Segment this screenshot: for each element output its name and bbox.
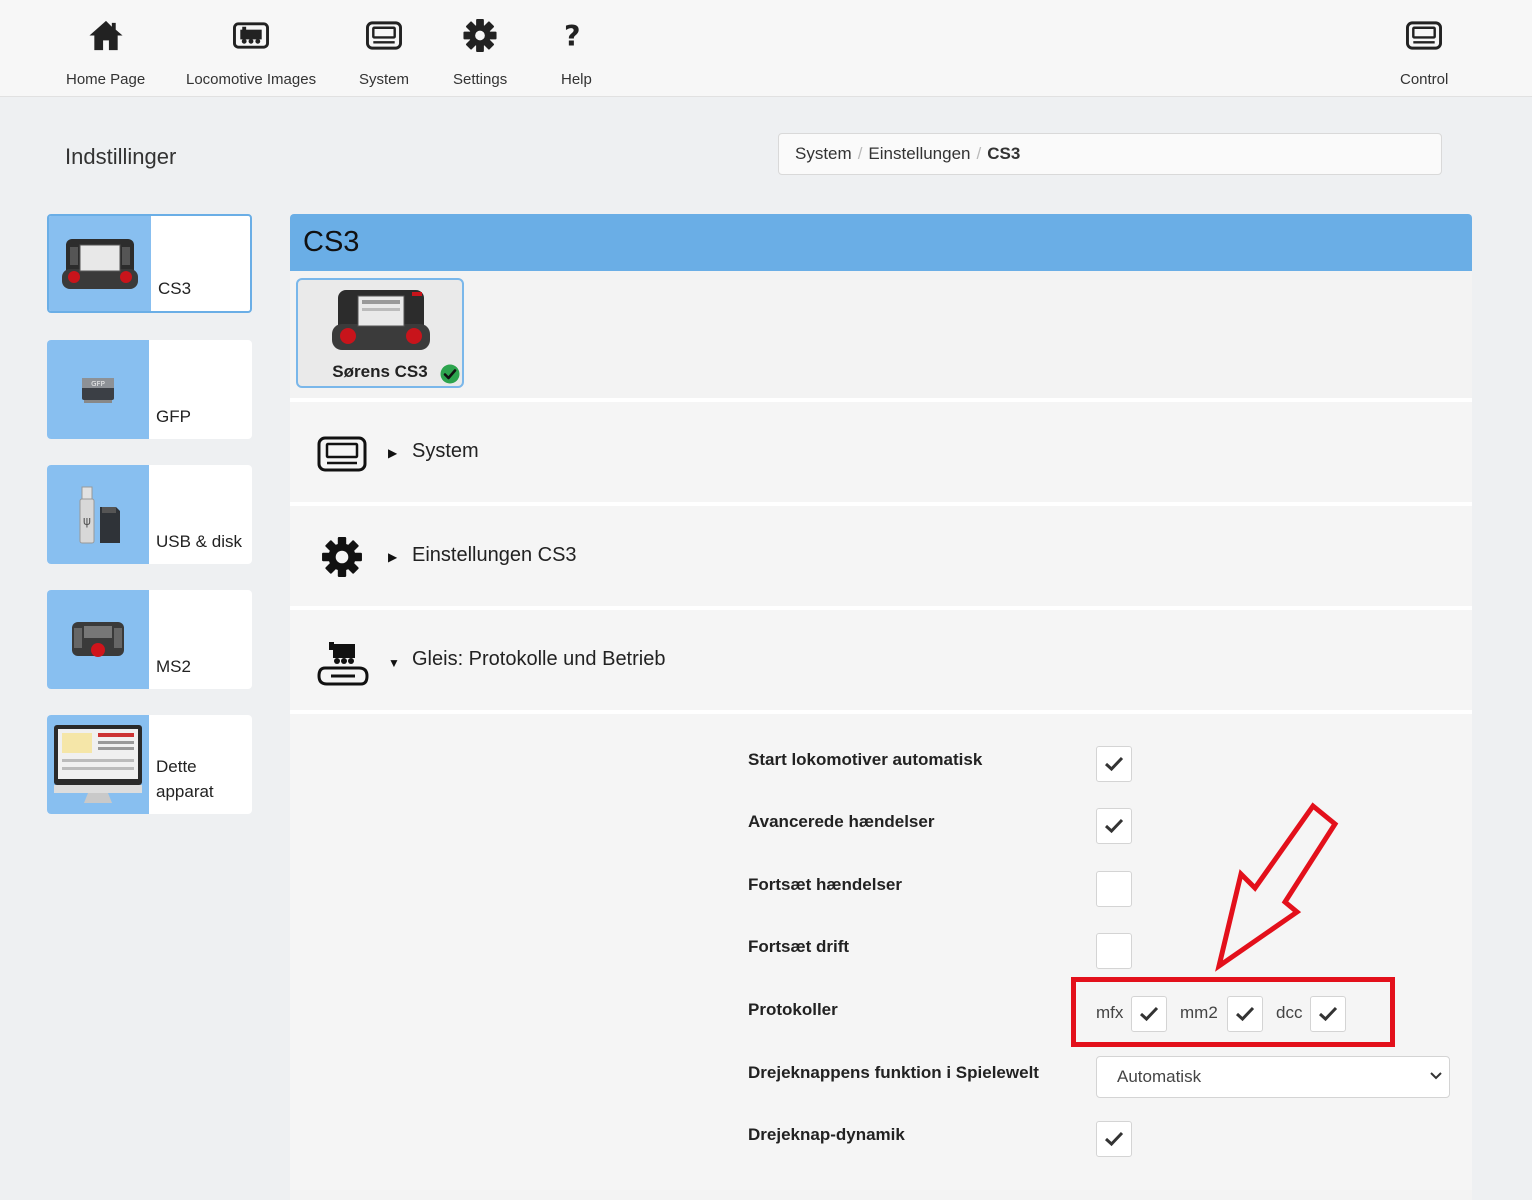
sidebar-item-label: CS3 (158, 279, 192, 298)
knob-function-label: Drejeknappens funktion i Spielewelt (748, 1063, 1039, 1082)
protocol-mm2-label: mm2 (1180, 1003, 1218, 1022)
caret-down-icon: ▼ (388, 656, 400, 670)
protocol-mfx-label: mfx (1096, 1003, 1124, 1022)
nav-help-label: Help (561, 71, 592, 88)
track-locomotive-icon (317, 642, 369, 686)
nav-system[interactable]: System (359, 18, 409, 88)
section-system[interactable]: ▶ System (290, 398, 1472, 502)
question-icon: ? (564, 20, 581, 53)
chevron-down-icon (1430, 1072, 1442, 1080)
sidebar-item-usb-disk[interactable]: ψ USB & disk (47, 465, 252, 564)
check-icon (1104, 818, 1124, 834)
gleis-settings: Start lokomotiver automatisk Avancerede … (290, 710, 1472, 1190)
nav-help[interactable]: ? Help (561, 18, 592, 88)
system-icon (317, 436, 367, 472)
nav-home-page[interactable]: Home Page (66, 18, 145, 88)
protocol-dcc-checkbox[interactable] (1310, 996, 1346, 1032)
check-icon (1104, 756, 1124, 772)
svg-text:GFP: GFP (91, 380, 105, 388)
device-card[interactable]: Sørens CS3 (296, 278, 464, 388)
sidebar-item-gfp[interactable]: GFP GFP (47, 340, 252, 439)
gfp-chip-icon: GFP (47, 340, 149, 439)
ms2-controller-icon (47, 590, 149, 689)
continue-operation-checkbox[interactable] (1096, 933, 1132, 969)
gear-icon (322, 537, 362, 577)
breadcrumb-separator: / (976, 144, 982, 163)
check-icon (1235, 1006, 1255, 1022)
knob-function-value: Automatisk (1117, 1067, 1202, 1086)
continue-operation-label: Fortsæt drift (748, 937, 850, 956)
top-navigation: Home Page Locomotive Images System Setti… (0, 0, 1532, 97)
section-gleis-protokolle[interactable]: ▼ Gleis: Protokolle und Betrieb (290, 606, 1472, 714)
nav-control-label: Control (1400, 71, 1449, 88)
control-icon (1406, 21, 1443, 50)
protocol-mm2-checkbox[interactable] (1227, 996, 1263, 1032)
sidebar-item-label: Dette apparat (156, 757, 214, 801)
start-auto-checkbox[interactable] (1096, 746, 1132, 782)
sidebar-item-cs3[interactable]: CS3 (47, 214, 252, 313)
knob-dynamic-label: Drejeknap-dynamik (748, 1125, 905, 1144)
start-auto-label: Start lokomotiver automatisk (748, 750, 983, 769)
sidebar-item-label: USB & disk (156, 532, 242, 551)
svg-text:?: ? (564, 20, 581, 53)
knob-dynamic-checkbox[interactable] (1096, 1121, 1132, 1157)
sidebar-item-label: GFP (156, 407, 191, 426)
sidebar-item-label: MS2 (156, 657, 191, 676)
sidebar-item-dette-apparat[interactable]: Dette apparat (47, 715, 252, 814)
settings-panel: CS3 Sørens CS3 ▶ System ▶ Einstellungen … (290, 214, 1472, 1200)
connected-check-icon (440, 364, 460, 384)
cs3-device-image (332, 290, 430, 350)
panel-title: CS3 (290, 214, 1472, 271)
continue-events-checkbox[interactable] (1096, 871, 1132, 907)
caret-right-icon: ▶ (388, 446, 398, 460)
gear-icon (463, 18, 497, 53)
nav-locomotive-images[interactable]: Locomotive Images (186, 18, 316, 88)
check-icon (1318, 1006, 1338, 1022)
cs3-device-icon (49, 216, 151, 311)
sidebar-item-ms2[interactable]: MS2 (47, 590, 252, 689)
protocols-label: Protokoller (748, 1000, 838, 1019)
home-icon (89, 20, 123, 51)
check-icon (1104, 1131, 1124, 1147)
device-name: Sørens CS3 (332, 362, 428, 381)
locomotive-icon (233, 22, 270, 49)
nav-home-page-label: Home Page (66, 71, 146, 88)
breadcrumb-separator: / (857, 144, 863, 163)
nav-system-label: System (359, 71, 410, 88)
nav-control[interactable]: Control (1400, 18, 1448, 88)
section-label: Gleis: Protokolle und Betrieb (412, 648, 666, 670)
nav-settings[interactable]: Settings (453, 18, 507, 88)
breadcrumb-item-einstellungen[interactable]: Einstellungen (868, 144, 970, 164)
monitor-icon (47, 715, 149, 814)
svg-text:ψ: ψ (83, 514, 91, 528)
protocol-mfx-checkbox[interactable] (1131, 996, 1167, 1032)
continue-events-label: Fortsæt hændelser (748, 875, 902, 894)
protocol-dcc-label: dcc (1276, 1003, 1303, 1022)
advanced-events-checkbox[interactable] (1096, 808, 1132, 844)
caret-right-icon: ▶ (388, 550, 398, 564)
breadcrumb-current: CS3 (987, 144, 1021, 163)
section-label: System (412, 440, 479, 462)
advanced-events-label: Avancerede hændelser (748, 812, 935, 831)
nav-locomotive-images-label: Locomotive Images (186, 71, 317, 88)
usb-disk-icon: ψ (47, 465, 149, 564)
page-title: Indstillinger (65, 144, 177, 169)
nav-settings-label: Settings (453, 71, 508, 88)
section-label: Einstellungen CS3 (412, 544, 577, 566)
breadcrumb-item-system[interactable]: System (795, 144, 852, 164)
section-einstellungen-cs3[interactable]: ▶ Einstellungen CS3 (290, 502, 1472, 606)
breadcrumb: System / Einstellungen / CS3 (778, 133, 1442, 175)
knob-function-select[interactable]: Automatisk (1096, 1056, 1450, 1098)
system-icon (366, 21, 402, 50)
check-icon (1139, 1006, 1159, 1022)
